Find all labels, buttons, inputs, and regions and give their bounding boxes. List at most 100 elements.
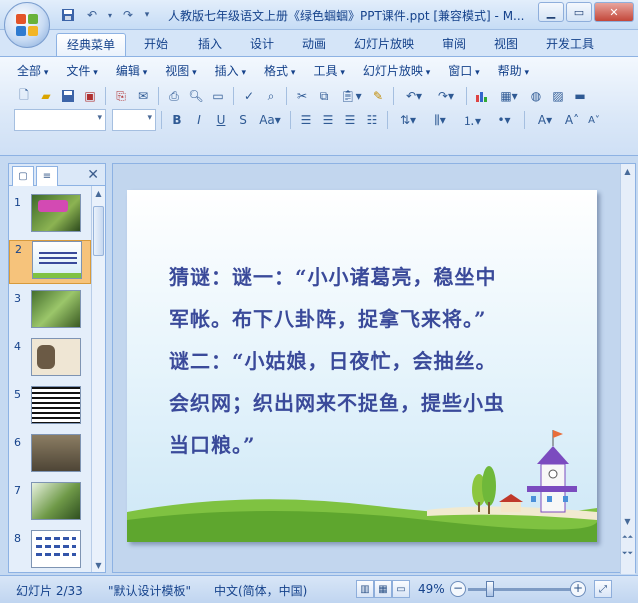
print-preview-icon[interactable]: 🔍︎: [186, 86, 206, 106]
editor-scrollbar[interactable]: ▲ ▼ ⏶⏶ ⏷⏷: [620, 164, 635, 574]
slide-thumbnail[interactable]: 4: [9, 338, 91, 382]
customize-qat-icon[interactable]: ▾: [142, 6, 152, 24]
fit-to-window-icon[interactable]: ⤢: [594, 580, 612, 598]
tab-home[interactable]: 开始: [134, 33, 178, 56]
slide-thumbnail[interactable]: 6: [9, 434, 91, 478]
zoom-out-icon[interactable]: −: [450, 581, 466, 597]
maximize-button[interactable]: ▭: [566, 2, 592, 22]
bold-icon[interactable]: B: [167, 110, 187, 130]
normal-view-icon[interactable]: ▥: [356, 580, 374, 598]
align-left-icon[interactable]: ☰: [296, 110, 316, 130]
cut-icon[interactable]: ✂: [292, 86, 312, 106]
next-slide-icon[interactable]: ⏷⏷: [621, 546, 634, 560]
close-button[interactable]: ✕: [594, 2, 634, 22]
undo-icon[interactable]: ↶▾: [399, 86, 429, 106]
open-icon[interactable]: ▰: [36, 86, 56, 106]
font-combo[interactable]: [14, 109, 106, 131]
italic-icon[interactable]: I: [189, 110, 209, 130]
scroll-down-icon[interactable]: ▼: [621, 514, 634, 528]
underline-icon[interactable]: U: [211, 110, 231, 130]
text-direction-icon[interactable]: ⇅▾: [393, 110, 423, 130]
office-button[interactable]: [4, 2, 50, 48]
table-icon[interactable]: ▦▾: [494, 86, 524, 106]
tab-view[interactable]: 视图: [484, 33, 528, 56]
paste-icon[interactable]: 📋︎▾: [336, 86, 366, 106]
justify-icon[interactable]: ☷: [362, 110, 382, 130]
align-right-icon[interactable]: ☰: [340, 110, 360, 130]
shadow-icon[interactable]: S: [233, 110, 253, 130]
slide-thumbnail[interactable]: 7: [9, 482, 91, 526]
undo-icon[interactable]: ↶: [82, 6, 102, 24]
menu-edit[interactable]: 编辑: [107, 62, 156, 80]
change-case-icon[interactable]: Aa▾: [255, 110, 285, 130]
slide-thumbnail[interactable]: 2: [9, 240, 91, 284]
spelling-icon[interactable]: ✓: [239, 86, 259, 106]
mail-icon[interactable]: ✉: [133, 86, 153, 106]
zoom-level[interactable]: 49%: [418, 582, 445, 596]
scrollbar-thumb[interactable]: [93, 206, 104, 256]
tab-design[interactable]: 设计: [240, 33, 284, 56]
screen-icon[interactable]: ▭: [208, 86, 228, 106]
align-center-icon[interactable]: ☰: [318, 110, 338, 130]
font-color-icon[interactable]: A▾: [530, 110, 560, 130]
scroll-down-icon[interactable]: ▼: [92, 558, 105, 572]
slides-tab-icon[interactable]: ▢: [12, 166, 34, 186]
slide-thumbnail[interactable]: 5: [9, 386, 91, 430]
font-size-combo[interactable]: [112, 109, 156, 131]
menu-help[interactable]: 帮助: [489, 62, 538, 80]
menu-window[interactable]: 窗口: [439, 62, 488, 80]
new-icon[interactable]: 🗋: [14, 86, 34, 106]
save-icon[interactable]: [58, 86, 78, 106]
scroll-up-icon[interactable]: ▲: [92, 186, 105, 200]
previous-slide-icon[interactable]: ⏶⏶: [621, 530, 634, 544]
tab-slideshow[interactable]: 幻灯片放映: [344, 33, 424, 56]
slides-panel-scrollbar[interactable]: ▲ ▼: [91, 186, 105, 572]
zoom-slider-track[interactable]: [468, 588, 574, 591]
permission-icon[interactable]: ▣: [80, 86, 100, 106]
redo-icon[interactable]: ↷: [118, 6, 138, 24]
title-bar: ↶ ▾ ↷ ▾ 人教版七年级语文上册《绿色蝈蝈》PPT课件.ppt [兼容模式]…: [0, 0, 638, 48]
format-painter-icon[interactable]: ✎: [368, 86, 388, 106]
slide-thumbnail[interactable]: 8: [9, 530, 91, 574]
menu-slideshow[interactable]: 幻灯片放映: [354, 62, 439, 80]
tab-classic-menu[interactable]: 经典菜单: [56, 33, 127, 56]
chart-icon[interactable]: [472, 86, 492, 106]
grow-font-icon[interactable]: A˄: [562, 110, 582, 130]
minimize-button[interactable]: ▁: [538, 2, 564, 22]
slide-thumbnail[interactable]: 3: [9, 290, 91, 334]
scroll-up-icon[interactable]: ▲: [621, 164, 634, 178]
picture-icon[interactable]: ▨: [548, 86, 568, 106]
current-slide[interactable]: 猜谜：谜一：“小小诸葛亮，稳坐中 军帐。布下八卦阵，捉拿飞来将。” 谜二：“小姑…: [127, 190, 597, 542]
tab-insert[interactable]: 插入: [188, 33, 232, 56]
menu-format[interactable]: 格式: [255, 62, 304, 80]
zoom-in-icon[interactable]: +: [570, 581, 586, 597]
slide-thumbnail[interactable]: 1: [9, 194, 91, 238]
research-icon[interactable]: ⌕: [261, 86, 281, 106]
menu-insert[interactable]: 插入: [206, 62, 255, 80]
undo-dropdown-icon[interactable]: ▾: [106, 6, 114, 24]
menu-tools[interactable]: 工具: [304, 62, 353, 80]
outline-tab-icon[interactable]: ≡: [36, 166, 58, 186]
tab-review[interactable]: 审阅: [432, 33, 476, 56]
redo-icon[interactable]: ↷▾: [431, 86, 461, 106]
pdf-icon[interactable]: ⎘: [111, 86, 131, 106]
close-panel-icon[interactable]: ✕: [87, 167, 99, 183]
copy-icon[interactable]: ⧉: [314, 86, 334, 106]
slide-sorter-icon[interactable]: ▦: [374, 580, 392, 598]
shrink-font-icon[interactable]: A˅: [584, 110, 604, 130]
bullets-icon[interactable]: •▾: [489, 110, 519, 130]
columns-icon[interactable]: ⫼▾: [425, 110, 455, 130]
zoom-slider-knob[interactable]: [486, 581, 494, 597]
print-icon[interactable]: ⎙: [164, 86, 184, 106]
clipart-icon[interactable]: ◍: [526, 86, 546, 106]
save-icon[interactable]: [58, 6, 78, 24]
tab-animations[interactable]: 动画: [292, 33, 336, 56]
menu-view[interactable]: 视图: [156, 62, 205, 80]
language-indicator[interactable]: 中文(简体，中国): [214, 582, 307, 599]
menu-all[interactable]: 全部: [8, 62, 57, 80]
slideshow-view-icon[interactable]: ▭: [392, 580, 410, 598]
black-white-icon[interactable]: ▬: [570, 86, 590, 106]
menu-file[interactable]: 文件: [57, 62, 106, 80]
numbering-icon[interactable]: ⒈▾: [457, 110, 487, 130]
tab-developer[interactable]: 开发工具: [536, 33, 604, 56]
